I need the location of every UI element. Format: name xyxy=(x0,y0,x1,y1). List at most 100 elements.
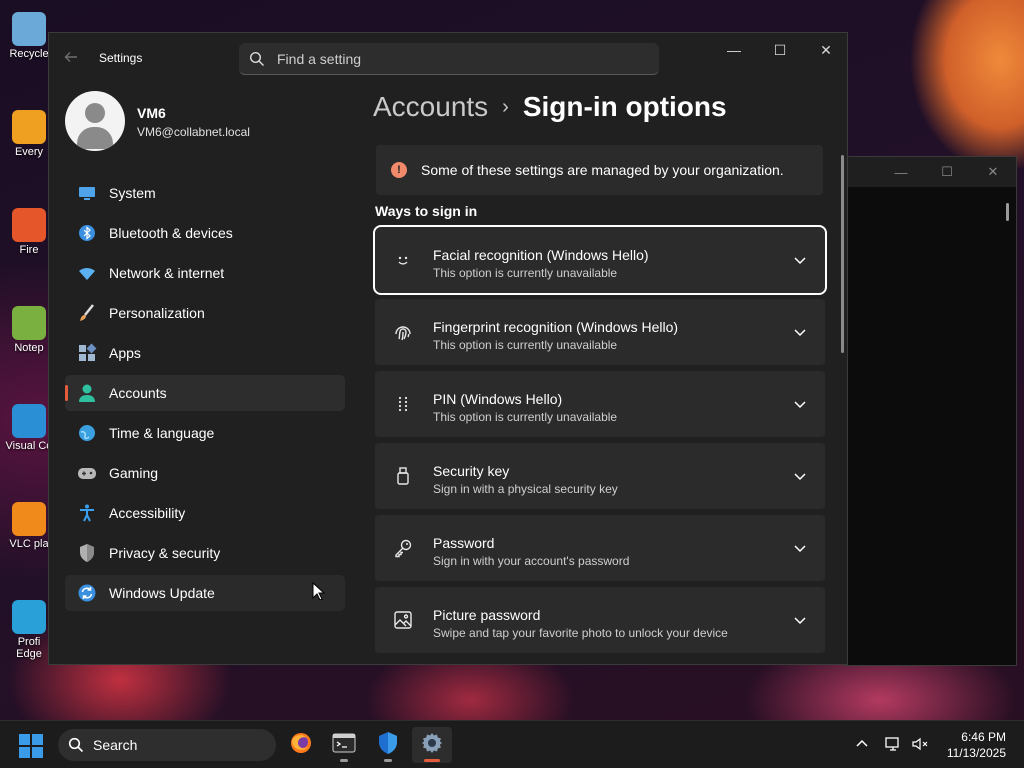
desktop-icon-label: Recycle xyxy=(9,48,49,60)
back-button[interactable] xyxy=(63,49,81,67)
sidebar-item-bluetooth-devices[interactable]: Bluetooth & devices xyxy=(65,215,345,251)
page-title: Sign-in options xyxy=(522,91,727,122)
profile-name: VM6 xyxy=(137,105,166,121)
sidebar-item-label: Apps xyxy=(109,345,141,361)
desktop-app-icon xyxy=(12,404,46,438)
running-indicator xyxy=(424,759,440,762)
desktop-app-icon xyxy=(12,502,46,536)
mouse-cursor-icon xyxy=(312,582,326,601)
picture-icon xyxy=(393,610,413,630)
chevron-down-icon[interactable] xyxy=(793,325,807,339)
sign-in-option[interactable]: Security key Sign in with a physical secu… xyxy=(375,443,825,509)
taskbar-search[interactable] xyxy=(58,729,276,761)
sidebar-item-system[interactable]: System xyxy=(65,175,345,211)
desktop-icon-label: Profi Edge xyxy=(16,636,42,660)
sidebar-item-label: Accounts xyxy=(109,385,167,401)
sidebar-item-windows-update[interactable]: Windows Update xyxy=(65,575,345,611)
option-title: Security key xyxy=(433,463,510,479)
taskbar-app-firefox[interactable] xyxy=(281,727,321,763)
sign-in-option[interactable]: Password Sign in with your account's pass… xyxy=(375,515,825,581)
chevron-right-icon: › xyxy=(502,96,509,118)
taskbar-app-settings-gear[interactable] xyxy=(412,727,452,763)
desktop-icon[interactable]: VLC pla xyxy=(4,502,54,550)
chevron-down-icon[interactable] xyxy=(793,469,807,483)
sidebar-item-accounts[interactable]: Accounts xyxy=(65,375,345,411)
info-icon: ! xyxy=(391,162,407,178)
shield-icon xyxy=(77,543,97,563)
desktop-app-icon xyxy=(12,306,46,340)
taskbar-app-defender-shield[interactable] xyxy=(368,727,408,763)
firefox-icon xyxy=(289,731,313,760)
bg-minimize-icon[interactable]: — xyxy=(878,165,924,180)
desktop-icon[interactable]: Visual Co xyxy=(4,404,54,452)
desktop-icon[interactable]: Recycle xyxy=(4,12,54,60)
desktop-icon[interactable]: Fire xyxy=(4,208,54,256)
monitor-icon xyxy=(77,183,97,203)
maximize-button[interactable]: ☐ xyxy=(757,33,803,69)
desktop-app-icon xyxy=(12,600,46,634)
apps-icon xyxy=(77,343,97,363)
option-title: Picture password xyxy=(433,607,541,623)
terminal-icon xyxy=(332,731,356,760)
sign-in-option[interactable]: PIN (Windows Hello) This option is curren… xyxy=(375,371,825,437)
settings-search-box[interactable] xyxy=(239,43,659,75)
sign-in-option[interactable]: Facial recognition (Windows Hello) This o… xyxy=(373,225,827,295)
app-title: Settings xyxy=(99,51,143,65)
minimize-button[interactable]: — xyxy=(711,33,757,69)
org-managed-notice: ! Some of these settings are managed by … xyxy=(376,145,823,195)
settings-window: Settings — ☐ ✕ VM6 VM6@collabnet.local S… xyxy=(48,32,848,665)
usb-key-icon xyxy=(393,466,413,486)
chevron-down-icon[interactable] xyxy=(793,397,807,411)
desktop-icon[interactable]: Notep xyxy=(4,306,54,354)
sidebar-item-label: Bluetooth & devices xyxy=(109,225,233,241)
speaker-muted-icon[interactable] xyxy=(911,735,929,753)
chevron-down-icon[interactable] xyxy=(793,253,807,267)
desktop-app-icon xyxy=(12,110,46,144)
option-subtitle: Swipe and tap your favorite photo to unl… xyxy=(433,626,728,640)
sidebar-item-label: Personalization xyxy=(109,305,205,321)
system-clock[interactable]: 6:46 PM 11/13/2025 xyxy=(947,729,1006,761)
desktop-icon[interactable]: Every xyxy=(4,110,54,158)
globe-icon xyxy=(77,423,97,443)
avatar[interactable] xyxy=(65,91,125,151)
sidebar-item-network-internet[interactable]: Network & internet xyxy=(65,255,345,291)
sign-in-option[interactable]: Picture password Swipe and tap your favor… xyxy=(375,587,825,653)
desktop-icon-label: Notep xyxy=(14,342,44,354)
bg-close-icon[interactable]: ✕ xyxy=(970,164,1016,180)
sidebar-item-personalization[interactable]: Personalization xyxy=(65,295,345,331)
windows-start-icon[interactable] xyxy=(18,733,44,759)
desktop-icon[interactable]: Profi Edge xyxy=(4,600,54,660)
fingerprint-icon xyxy=(393,322,413,342)
sidebar-item-gaming[interactable]: Gaming xyxy=(65,455,345,491)
sidebar-item-label: System xyxy=(109,185,156,201)
network-icon[interactable] xyxy=(884,735,902,753)
bg-maximize-icon[interactable]: ☐ xyxy=(924,164,970,180)
breadcrumb-accounts[interactable]: Accounts xyxy=(373,91,488,122)
sidebar-item-apps[interactable]: Apps xyxy=(65,335,345,371)
sidebar-item-privacy-security[interactable]: Privacy & security xyxy=(65,535,345,571)
background-window[interactable]: — ☐ ✕ xyxy=(843,156,1017,666)
pin-keypad-icon xyxy=(393,394,413,414)
sidebar-item-time-language[interactable]: Time & language xyxy=(65,415,345,451)
option-subtitle: This option is currently unavailable xyxy=(433,266,618,280)
chevron-up-icon[interactable] xyxy=(853,735,871,753)
bg-scrollbar[interactable] xyxy=(1006,203,1009,221)
section-title: Ways to sign in xyxy=(375,203,478,219)
chevron-down-icon[interactable] xyxy=(793,541,807,555)
taskbar-app-terminal[interactable] xyxy=(324,727,364,763)
sidebar-nav: System Bluetooth & devices Network & inter… xyxy=(65,175,345,615)
sign-in-option[interactable]: Fingerprint recognition (Windows Hello) T… xyxy=(375,299,825,365)
sidebar-item-label: Windows Update xyxy=(109,585,215,601)
taskbar-search-input[interactable] xyxy=(93,736,263,754)
main-scrollbar[interactable] xyxy=(841,155,844,353)
chevron-down-icon[interactable] xyxy=(793,613,807,627)
taskbar-search-icon xyxy=(68,737,84,753)
close-button[interactable]: ✕ xyxy=(803,33,847,69)
sidebar-item-accessibility[interactable]: Accessibility xyxy=(65,495,345,531)
settings-search-input[interactable] xyxy=(277,49,637,69)
sidebar-item-label: Gaming xyxy=(109,465,159,481)
desktop-app-icon xyxy=(12,12,46,46)
background-window-titlebar[interactable]: — ☐ ✕ xyxy=(844,157,1016,187)
key-icon xyxy=(393,538,413,558)
update-icon xyxy=(77,583,97,603)
